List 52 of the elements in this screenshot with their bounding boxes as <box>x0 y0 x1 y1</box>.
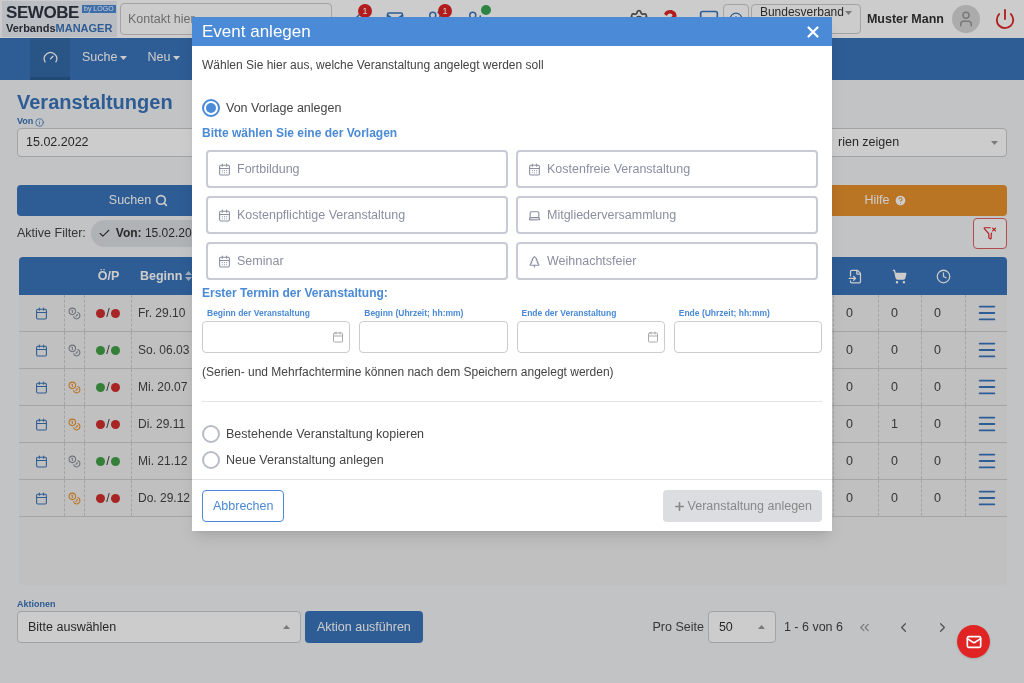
table-cell-text: 0 <box>934 304 941 322</box>
separator: / <box>106 378 110 396</box>
table-cell-text: So. 06.03 <box>138 342 190 359</box>
separator: / <box>106 341 110 359</box>
logo-name: SEWOBE <box>6 4 79 22</box>
table-cell-text: 0 <box>891 489 898 507</box>
badge: 1 <box>358 4 372 18</box>
dialog-title: Event anlegen <box>202 20 311 43</box>
table-cell-text: 0 <box>891 304 898 322</box>
table-cell-text: Do. 29.12 <box>138 490 191 507</box>
table-cell-text: 0 <box>934 378 941 396</box>
table-cell-text: 0 <box>934 452 941 470</box>
table-cell-text: 0 <box>846 452 853 470</box>
separator: / <box>106 415 110 433</box>
table-cell-text: 0 <box>891 341 898 359</box>
field-label: Ende (Uhrzeit; hh:mm) <box>677 308 771 319</box>
field-label: Aktionen <box>17 599 57 610</box>
radio-label: Von Vorlage anlegen <box>226 99 342 117</box>
logo-product: VerbandsMANAGER <box>6 22 113 34</box>
table-cell-text: 0 <box>934 415 941 433</box>
separator: / <box>106 489 110 507</box>
table-cell-text: Mi. 20.07 <box>138 379 188 396</box>
hint-text: (Serien- und Mehrfachtermine können nach dem Speichern angelegt werden) <box>202 364 615 381</box>
table-cell-text: 0 <box>846 415 853 433</box>
field-label: Beginn (Uhrzeit; hh:mm) <box>363 308 465 319</box>
field-label: Beginn der Veranstaltung <box>206 308 311 319</box>
table-cell-text: 0 <box>846 304 853 322</box>
table-cell-text: Fr. 29.10 <box>138 305 186 322</box>
separator: / <box>106 304 110 322</box>
table-cell-text: 0 <box>846 341 853 359</box>
table-cell-text: Di. 29.11 <box>138 416 186 433</box>
page-range: 1 - 6 von 6 <box>783 618 843 636</box>
table-cell-text: 0 <box>934 489 941 507</box>
table-cell-text: Mi. 21.12 <box>138 453 188 470</box>
table-cell-text: 0 <box>934 341 941 359</box>
column-header: Ö/P <box>96 267 121 285</box>
dialog-intro: Wählen Sie hier aus, welche Veranstaltung angelegt werden soll <box>202 57 545 74</box>
table-cell-text: 0 <box>846 489 853 507</box>
radio-label: Neue Veranstaltung anlegen <box>226 451 384 469</box>
table-cell-text: 0 <box>891 452 898 470</box>
filter-label: Aktive Filter: <box>17 224 86 242</box>
table-cell-text: 0 <box>891 378 898 396</box>
field-label: Von <box>17 115 34 129</box>
section-heading: Erster Termin der Veranstaltung: <box>202 285 389 302</box>
field-label: Ende der Veranstaltung <box>520 308 618 319</box>
badge: 1 <box>438 4 452 18</box>
table-cell-text: 1 <box>891 415 898 433</box>
per-page-label: Pro Seite <box>652 618 704 636</box>
radio-label: Bestehende Veranstaltung kopieren <box>226 425 425 443</box>
page-title: Veranstaltungen <box>17 90 173 114</box>
table-cell-text: 0 <box>846 378 853 396</box>
separator: / <box>106 452 110 470</box>
